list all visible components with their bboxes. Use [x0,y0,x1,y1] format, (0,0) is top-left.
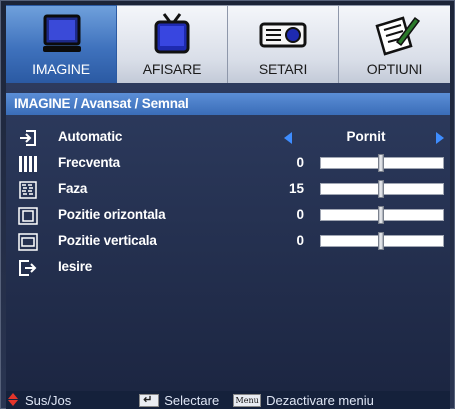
menu-key-icon: Menu [233,393,262,407]
row-label: Pozitie verticala [58,233,157,248]
menu-row-faza[interactable]: Faza 15 [18,179,446,201]
monitor-icon [43,14,81,52]
frecventa-slider[interactable] [320,154,444,172]
arrow-left-icon[interactable] [284,132,292,144]
menu-row-iesire[interactable]: Iesire [18,257,446,279]
content-panel: IMAGINE / Avansat / Semnal Automatic Por… [6,83,450,391]
row-label: Pozitie orizontala [58,207,166,222]
pozitie-verticala-value: 0 [296,233,304,248]
row-label: Automatic [58,129,123,144]
row-label: Faza [58,181,88,196]
tab-label: IMAGINE [32,61,90,77]
tab-imagine[interactable]: IMAGINE [6,5,117,83]
footer-nav-hint: Sus/Jos [6,393,71,408]
slider-thumb[interactable] [378,232,384,250]
slider-thumb[interactable] [378,154,384,172]
menu-row-frecventa[interactable]: Frecventa 0 [18,153,446,175]
faza-slider[interactable] [320,180,444,198]
slider-thumb[interactable] [378,206,384,224]
footer-hints: Sus/Jos ↵ Selectare Menu Dezactivare men… [6,391,450,409]
notepad-pen-icon [374,16,420,56]
up-down-arrows-icon [6,393,20,407]
footer-select-label: Selectare [164,392,220,408]
automatic-value: Pornit [346,129,386,144]
tab-label: OPTIUNI [366,61,423,77]
main-tab-bar: IMAGINE AFISARE SETARI OPTIUNI [6,5,450,83]
tab-setari[interactable]: SETARI [228,5,339,83]
phase-pattern-icon [19,181,37,199]
menu-row-automatic[interactable]: Automatic Pornit [18,127,446,149]
footer-nav-label: Sus/Jos [25,392,72,408]
faza-value: 15 [288,181,304,196]
pozitie-orizontala-slider[interactable] [320,206,444,224]
osd-menu: IMAGINE AFISARE SETARI OPTIUNI IMAGINE /… [0,0,455,409]
row-label: Iesire [58,259,93,274]
vertical-position-icon [18,233,38,251]
tab-label: SETARI [258,61,308,77]
input-arrow-icon [20,130,36,146]
tv-icon [154,13,190,54]
menu-row-pozitie-orizontala[interactable]: Pozitie orizontala 0 [18,205,446,227]
tab-afisare[interactable]: AFISARE [117,5,228,83]
footer-exit-hint: Menu Dezactivare meniu [233,393,374,408]
breadcrumb: IMAGINE / Avansat / Semnal [6,93,450,115]
footer-exit-label: Dezactivare meniu [266,392,374,408]
menu-row-pozitie-verticala[interactable]: Pozitie verticala 0 [18,231,446,253]
arrow-right-icon[interactable] [436,132,444,144]
enter-key-icon: ↵ [139,393,160,407]
row-label: Frecventa [58,155,120,170]
frecventa-value: 0 [296,155,304,170]
pozitie-verticala-slider[interactable] [320,232,444,250]
horizontal-position-icon [18,207,38,225]
frequency-bars-icon [19,156,37,172]
tab-optiuni[interactable]: OPTIUNI [339,5,450,83]
projector-icon [259,22,307,48]
slider-thumb[interactable] [378,180,384,198]
tab-label: AFISARE [142,61,202,77]
pozitie-orizontala-value: 0 [296,207,304,222]
footer-select-hint: ↵ Selectare [139,393,219,408]
exit-icon [19,260,37,276]
